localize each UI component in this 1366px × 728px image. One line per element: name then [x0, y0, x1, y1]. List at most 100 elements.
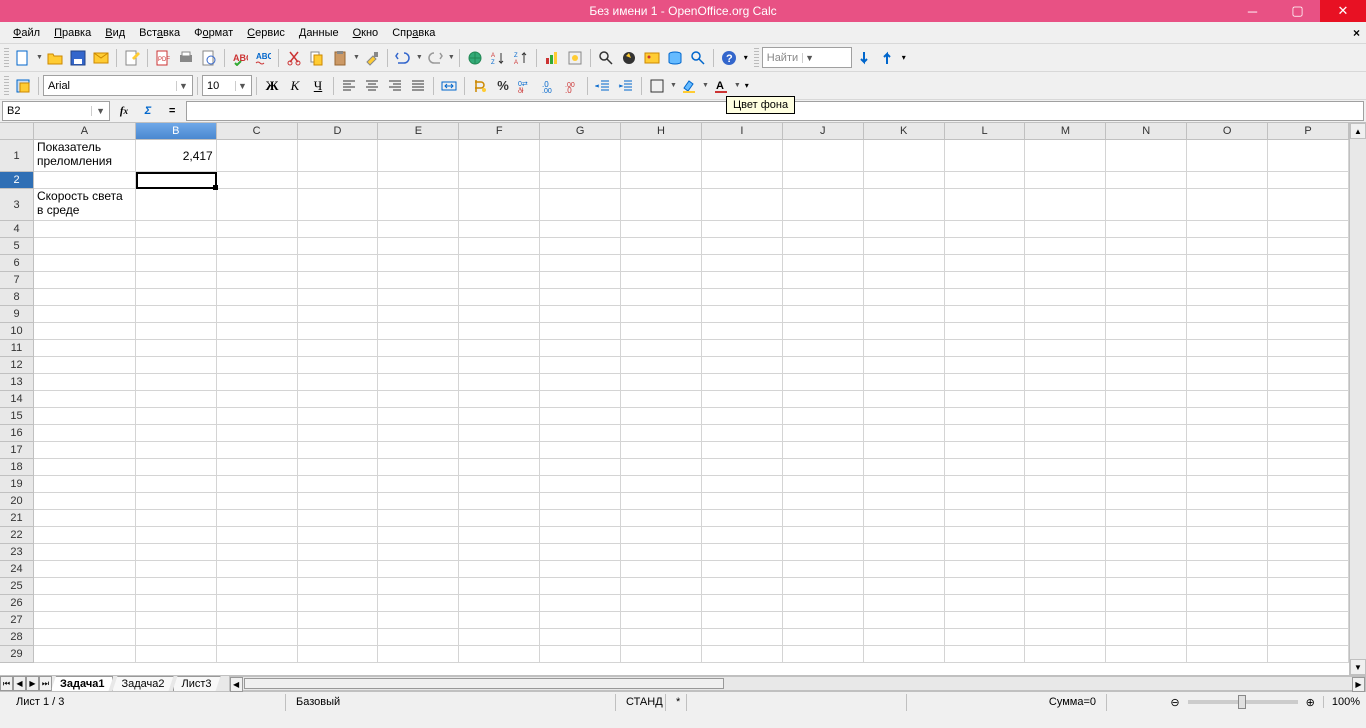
- cell-O29[interactable]: [1187, 646, 1268, 663]
- row-header-16[interactable]: 16: [0, 425, 33, 442]
- cell-I11[interactable]: [702, 340, 783, 357]
- cell-M20[interactable]: [1025, 493, 1106, 510]
- cell-C3[interactable]: [217, 189, 298, 221]
- row-header-27[interactable]: 27: [0, 612, 33, 629]
- scroll-down-button[interactable]: ▼: [1350, 659, 1366, 675]
- cell-I18[interactable]: [702, 459, 783, 476]
- cell-B8[interactable]: [136, 289, 217, 306]
- cell-N26[interactable]: [1106, 595, 1187, 612]
- show-draw-button[interactable]: [564, 47, 586, 69]
- cell-K14[interactable]: [864, 391, 945, 408]
- cell-O9[interactable]: [1187, 306, 1268, 323]
- cell-D5[interactable]: [298, 238, 379, 255]
- cell-E4[interactable]: [378, 221, 459, 238]
- cell-G29[interactable]: [540, 646, 621, 663]
- cell-P24[interactable]: [1268, 561, 1349, 578]
- cell-O26[interactable]: [1187, 595, 1268, 612]
- currency-button[interactable]: [469, 75, 491, 97]
- cell-O25[interactable]: [1187, 578, 1268, 595]
- cell-N25[interactable]: [1106, 578, 1187, 595]
- cell-O5[interactable]: [1187, 238, 1268, 255]
- cell-P7[interactable]: [1268, 272, 1349, 289]
- cell-H11[interactable]: [621, 340, 702, 357]
- cell-J27[interactable]: [783, 612, 864, 629]
- cell-B29[interactable]: [136, 646, 217, 663]
- function-wizard-button[interactable]: fx: [114, 101, 134, 121]
- save-button[interactable]: [67, 47, 89, 69]
- cell-K25[interactable]: [864, 578, 945, 595]
- sheet-tab-1[interactable]: Задача2: [112, 676, 173, 691]
- zoom-button[interactable]: [687, 47, 709, 69]
- cell-F27[interactable]: [459, 612, 540, 629]
- cell-B15[interactable]: [136, 408, 217, 425]
- cell-H14[interactable]: [621, 391, 702, 408]
- cell-C5[interactable]: [217, 238, 298, 255]
- cell-D10[interactable]: [298, 323, 379, 340]
- cell-L24[interactable]: [945, 561, 1026, 578]
- cell-J13[interactable]: [783, 374, 864, 391]
- font-name-combo[interactable]: Arial▼: [43, 75, 193, 96]
- col-header-G[interactable]: G: [540, 123, 621, 139]
- cell-A21[interactable]: [34, 510, 136, 527]
- cell-G28[interactable]: [540, 629, 621, 646]
- cell-H10[interactable]: [621, 323, 702, 340]
- cell-M3[interactable]: [1025, 189, 1106, 221]
- cell-M13[interactable]: [1025, 374, 1106, 391]
- cell-F5[interactable]: [459, 238, 540, 255]
- cell-K11[interactable]: [864, 340, 945, 357]
- cell-F24[interactable]: [459, 561, 540, 578]
- cell-O10[interactable]: [1187, 323, 1268, 340]
- cell-D12[interactable]: [298, 357, 379, 374]
- cell-C14[interactable]: [217, 391, 298, 408]
- cell-N23[interactable]: [1106, 544, 1187, 561]
- cell-G10[interactable]: [540, 323, 621, 340]
- col-header-N[interactable]: N: [1106, 123, 1187, 139]
- cell-M4[interactable]: [1025, 221, 1106, 238]
- cell-H3[interactable]: [621, 189, 702, 221]
- cell-H21[interactable]: [621, 510, 702, 527]
- cell-J29[interactable]: [783, 646, 864, 663]
- scroll-up-button[interactable]: ▲: [1350, 123, 1366, 139]
- cell-K3[interactable]: [864, 189, 945, 221]
- cell-C8[interactable]: [217, 289, 298, 306]
- cell-B26[interactable]: [136, 595, 217, 612]
- cell-O11[interactable]: [1187, 340, 1268, 357]
- cell-I26[interactable]: [702, 595, 783, 612]
- cell-B5[interactable]: [136, 238, 217, 255]
- cell-N22[interactable]: [1106, 527, 1187, 544]
- tab-next-button[interactable]: ▶: [26, 676, 39, 691]
- cell-A27[interactable]: [34, 612, 136, 629]
- cell-E25[interactable]: [378, 578, 459, 595]
- cell-B9[interactable]: [136, 306, 217, 323]
- menu-insert[interactable]: Вставка: [132, 23, 187, 43]
- scroll-left-button[interactable]: ◀: [230, 677, 243, 692]
- menu-data[interactable]: Данные: [292, 23, 346, 43]
- borders-button[interactable]: [646, 75, 668, 97]
- row-header-18[interactable]: 18: [0, 459, 33, 476]
- row-header-7[interactable]: 7: [0, 272, 33, 289]
- cell-C1[interactable]: [217, 140, 298, 172]
- cell-O13[interactable]: [1187, 374, 1268, 391]
- col-header-I[interactable]: I: [702, 123, 783, 139]
- cell-F23[interactable]: [459, 544, 540, 561]
- cell-N18[interactable]: [1106, 459, 1187, 476]
- new-button[interactable]: [12, 47, 34, 69]
- cell-P16[interactable]: [1268, 425, 1349, 442]
- cell-B16[interactable]: [136, 425, 217, 442]
- cell-J21[interactable]: [783, 510, 864, 527]
- cell-B7[interactable]: [136, 272, 217, 289]
- cell-N1[interactable]: [1106, 140, 1187, 172]
- cell-L15[interactable]: [945, 408, 1026, 425]
- italic-button[interactable]: К: [284, 75, 306, 97]
- zoom-slider[interactable]: [1188, 700, 1298, 704]
- cell-K18[interactable]: [864, 459, 945, 476]
- cell-I15[interactable]: [702, 408, 783, 425]
- cell-P25[interactable]: [1268, 578, 1349, 595]
- cell-K9[interactable]: [864, 306, 945, 323]
- cell-E5[interactable]: [378, 238, 459, 255]
- cell-H7[interactable]: [621, 272, 702, 289]
- cell-F11[interactable]: [459, 340, 540, 357]
- cell-L5[interactable]: [945, 238, 1026, 255]
- cell-K1[interactable]: [864, 140, 945, 172]
- cell-H9[interactable]: [621, 306, 702, 323]
